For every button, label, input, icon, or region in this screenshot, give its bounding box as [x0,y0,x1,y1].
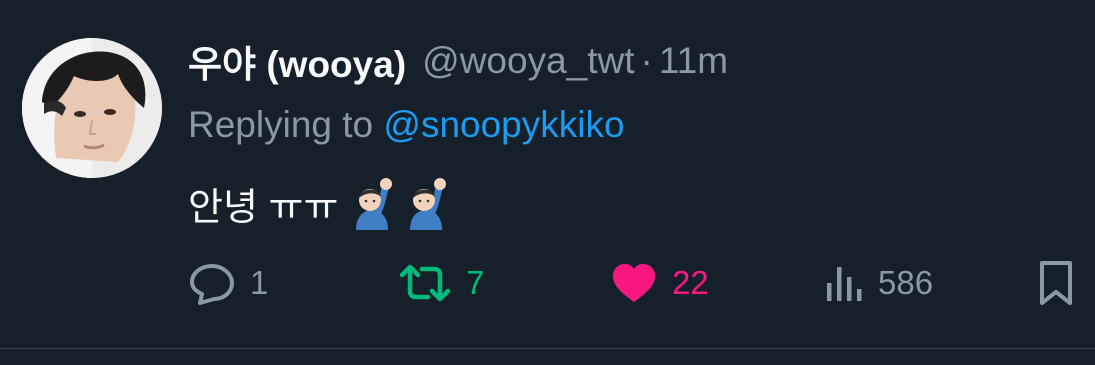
person-raising-hand-emoji [348,177,396,230]
avatar-photo [22,38,162,178]
views-button[interactable]: 586 [824,258,933,308]
reply-count: 1 [250,264,269,301]
bookmark-icon [1036,259,1076,307]
views-bar-chart-icon [824,261,864,305]
person-raising-hand-emoji [402,177,450,230]
tweet-actions: 1 7 22 586 [188,258,1078,308]
like-count: 22 [672,264,709,301]
timestamp[interactable]: 11m [659,40,728,82]
replying-to-mention[interactable]: @snoopykkiko [383,104,624,145]
retweet-button[interactable]: 7 [398,258,484,308]
tweet-header: 우야 (wooya) @wooya_twt · 11m [188,36,728,86]
display-name[interactable]: 우야 (wooya) [188,34,406,88]
tweet-text-content: 안녕 ㅠㅠ [188,187,339,229]
tweet-divider [0,348,1095,349]
heart-icon [610,261,658,305]
user-handle[interactable]: @wooya_twt [422,40,634,82]
tweet-card[interactable]: 우야 (wooya) @wooya_twt · 11m Replying to … [0,0,1095,348]
replying-to-line: Replying to @snoopykkiko [188,104,625,146]
tweet-text: 안녕 ㅠㅠ [188,176,450,231]
reply-button[interactable]: 1 [188,258,268,308]
retweet-count: 7 [466,264,485,301]
separator-dot: · [640,40,653,81]
like-button[interactable]: 22 [610,258,709,308]
retweet-icon [398,261,452,305]
reply-icon [188,261,236,305]
views-count: 586 [878,264,934,301]
bookmark-button[interactable] [1036,258,1076,308]
replying-to-label: Replying to [188,104,374,145]
avatar[interactable] [22,38,162,178]
